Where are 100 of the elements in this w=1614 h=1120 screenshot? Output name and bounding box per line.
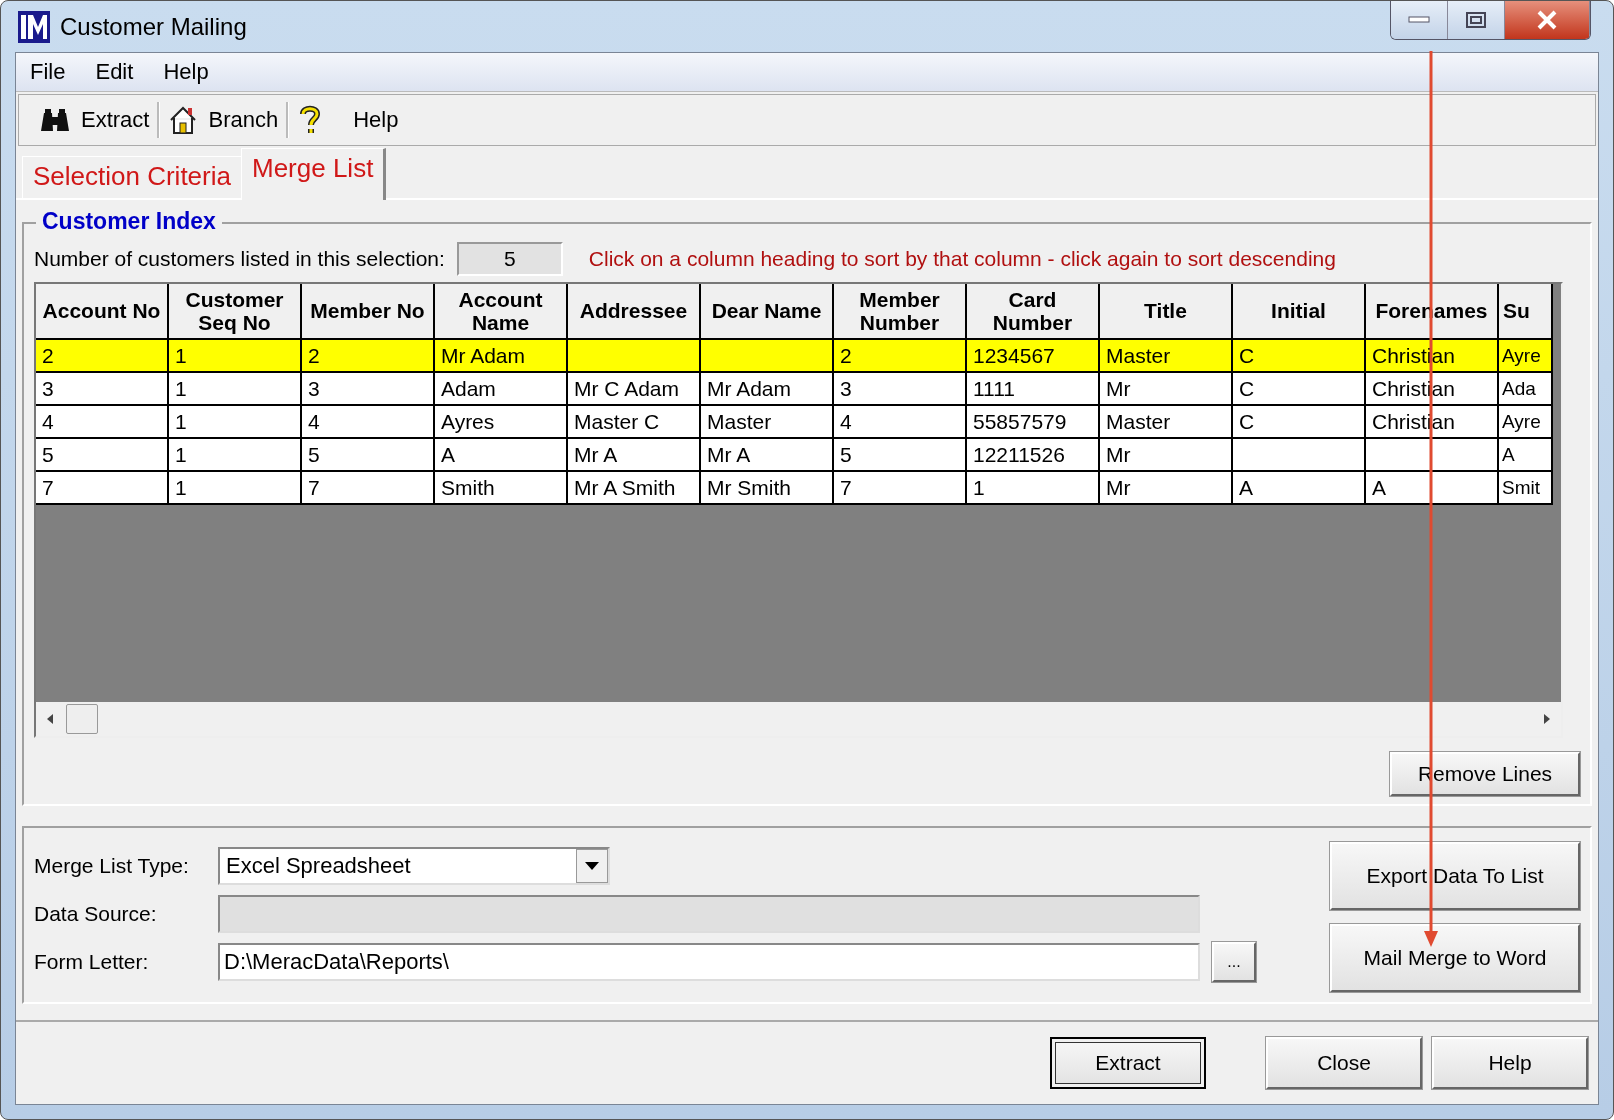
sort-hint: Click on a column heading to sort by that column - click again to sort descending (588, 247, 1336, 271)
column-header[interactable]: Dear Name (701, 284, 834, 340)
column-header[interactable]: Su (1499, 284, 1553, 340)
table-cell: 1 (973, 475, 985, 500)
scroll-thumb[interactable] (66, 704, 98, 734)
table-cell: Ada (1502, 377, 1536, 400)
table-cell: 1 (175, 409, 187, 434)
table-cell: 12211526 (973, 442, 1065, 467)
window-title: Customer Mailing (60, 12, 247, 41)
mail-merge-button[interactable]: Mail Merge to Word (1330, 924, 1580, 992)
binoculars-icon (39, 107, 71, 133)
data-source-field[interactable] (218, 895, 1200, 933)
table-cell: 1 (175, 442, 187, 467)
field-label: Merge List Type: (34, 854, 190, 878)
table-cell: 5 (840, 442, 852, 467)
table-cell: C (1239, 409, 1255, 434)
table-cell: Ayre (1502, 344, 1541, 367)
table-cell: Mr A Smith (574, 475, 676, 500)
table-cell: Mr Smith (707, 475, 791, 500)
maximize-button[interactable] (1448, 1, 1505, 39)
tab[interactable]: Merge List (241, 148, 387, 200)
browse-button[interactable]: ... (1212, 942, 1256, 982)
table-cell: Master (1106, 343, 1171, 368)
dialog-button[interactable]: Help (1432, 1037, 1588, 1089)
table-cell: Master (707, 409, 772, 434)
table-cell: A (441, 442, 455, 467)
table-cell: 4 (840, 409, 852, 434)
table-cell: 2 (308, 343, 320, 368)
table-cell: Mr Adam (707, 376, 792, 401)
table-cell: 2 (42, 343, 54, 368)
tab[interactable]: Selection Criteria (22, 156, 241, 200)
column-header[interactable]: Title (1100, 284, 1233, 340)
toolbar-button[interactable]: Extract (31, 107, 158, 133)
table-cell: Mr A (707, 442, 751, 467)
table-cell: 1111 (973, 376, 1016, 401)
table-cell: 4 (42, 409, 54, 434)
table-cell: Mr (1106, 376, 1131, 401)
menu-item[interactable]: Edit (95, 59, 134, 85)
table-cell: 1 (175, 343, 187, 368)
table-cell: A (1372, 475, 1386, 500)
column-header[interactable]: Account Name (435, 284, 568, 340)
table-cell: C (1239, 376, 1255, 401)
count-label: Number of customers listed in this selection: (34, 247, 445, 271)
table-cell: Smith (441, 475, 495, 500)
table-cell: A (1239, 475, 1253, 500)
table-cell: C (1239, 343, 1255, 368)
menu-item[interactable]: File (30, 59, 66, 85)
table-cell: 7 (42, 475, 54, 500)
table-cell: 1 (175, 475, 187, 500)
close-button[interactable] (1505, 1, 1590, 39)
table-cell: Mr Adam (441, 343, 526, 368)
field-label: Data Source: (34, 902, 158, 926)
merge-type-dropdown[interactable]: Excel Spreadsheet (218, 847, 610, 885)
table-row[interactable]: 5 1 5 A Mr A Mr A 5 12211526 Mr A (36, 439, 1561, 472)
table-cell: 55857579 (973, 409, 1067, 434)
toolbar-button[interactable]: Help (289, 105, 407, 135)
column-header[interactable]: Member No (302, 284, 435, 340)
dialog-button[interactable]: Extract (1050, 1037, 1206, 1089)
menu-item[interactable]: Help (163, 59, 209, 85)
dropdown-caret-icon (584, 861, 600, 871)
app-logo-icon (18, 10, 50, 43)
close-icon (1536, 10, 1558, 30)
minimize-button[interactable] (1391, 1, 1448, 39)
column-header[interactable]: Initial (1233, 284, 1366, 340)
toolbar-button[interactable]: Branch (160, 105, 287, 135)
table-cell: Ayre (1502, 410, 1541, 433)
table-cell: 1 (175, 376, 187, 401)
column-header[interactable]: Account No (36, 284, 169, 340)
count-field: 5 (456, 242, 563, 276)
column-header[interactable]: Addressee (568, 284, 701, 340)
table-cell: Mr (1106, 442, 1131, 467)
field-label: Form Letter: (34, 950, 150, 974)
table-cell: 3 (308, 376, 320, 401)
export-data-button[interactable]: Export Data To List (1330, 842, 1580, 910)
restore-icon (1465, 11, 1487, 29)
table-cell: Mr (1106, 475, 1131, 500)
table-cell: A (1502, 443, 1515, 466)
table-cell: 3 (840, 376, 852, 401)
table-row[interactable]: 7 1 7 Smith Mr A Smith Mr Smith 7 1 Mr A A Smit (36, 472, 1561, 505)
table-cell: 2 (840, 343, 852, 368)
table-cell: Master (1106, 409, 1171, 434)
table-cell: 5 (42, 442, 54, 467)
table-cell: 7 (308, 475, 320, 500)
dialog-button[interactable]: Close (1266, 1037, 1422, 1089)
table-cell: 7 (840, 475, 852, 500)
table-cell: 3 (42, 376, 54, 401)
table-cell: Mr C Adam (574, 376, 680, 401)
table-cell: Ayres (441, 409, 495, 434)
table-cell: Adam (441, 376, 496, 401)
minimize-icon (1408, 16, 1430, 24)
table-cell: Master C (574, 409, 660, 434)
table-cell: 4 (308, 409, 320, 434)
table-cell: 1234567 (973, 343, 1055, 368)
table-cell: 5 (308, 442, 320, 467)
table-cell: Smit (1502, 476, 1540, 499)
column-header[interactable]: Customer Seq No (169, 284, 302, 340)
form-letter-field[interactable]: D:\MeracData\Reports\ (218, 943, 1200, 981)
column-header[interactable]: Card Number (967, 284, 1100, 340)
table-cell: Mr A (574, 442, 618, 467)
column-header[interactable]: Member Number (834, 284, 967, 340)
